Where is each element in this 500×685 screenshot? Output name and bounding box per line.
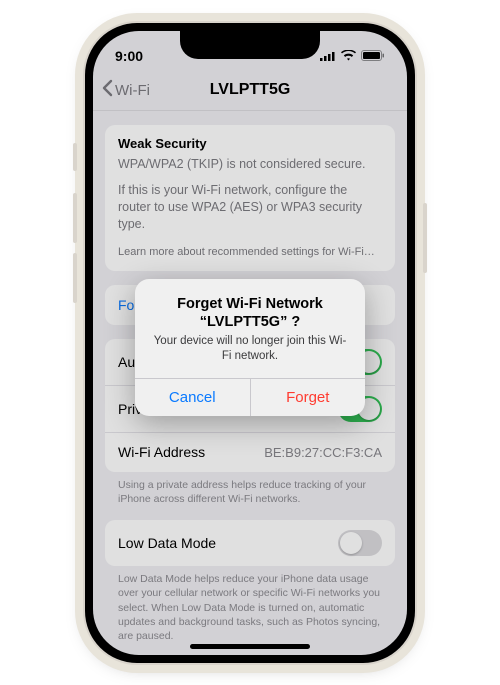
security-card: Weak Security WPA/WPA2 (TKIP) is not con…: [105, 125, 395, 271]
phone-frame: 9:00 Wi-Fi LVLPTT5G: [85, 23, 415, 663]
wifi-address-row: Wi-Fi Address BE:B9:27:CC:F3:CA: [105, 432, 395, 472]
security-heading: Weak Security: [118, 136, 382, 151]
wifi-icon: [341, 48, 356, 64]
screen: 9:00 Wi-Fi LVLPTT5G: [93, 31, 407, 655]
status-time: 9:00: [115, 48, 143, 64]
status-icons: [320, 48, 385, 64]
battery-icon: [361, 48, 385, 64]
alert-cancel-button[interactable]: Cancel: [135, 379, 251, 416]
forget-alert: Forget Wi-Fi Network “LVLPTT5G” ? Your d…: [135, 279, 365, 416]
low-data-toggle[interactable]: [338, 530, 382, 556]
chevron-left-icon: [101, 79, 113, 101]
alert-forget-button[interactable]: Forget: [251, 379, 366, 416]
security-line1: WPA/WPA2 (TKIP) is not considered secure…: [118, 156, 382, 173]
power-button: [423, 203, 427, 273]
home-indicator[interactable]: [190, 644, 310, 649]
low-data-card: Low Data Mode: [105, 520, 395, 566]
back-button[interactable]: Wi-Fi: [101, 79, 150, 101]
volume-down-button: [73, 253, 77, 303]
notch: [180, 31, 320, 59]
cellular-icon: [320, 48, 336, 64]
nav-bar: Wi-Fi LVLPTT5G: [93, 71, 407, 111]
security-line2: If this is your Wi-Fi network, configure…: [118, 182, 382, 233]
alert-message: Your device will no longer join this Wi-…: [149, 334, 351, 364]
security-learn-more[interactable]: Learn more about recommended settings fo…: [118, 245, 382, 260]
mute-switch: [73, 143, 77, 171]
volume-up-button: [73, 193, 77, 243]
nav-title: LVLPTT5G: [210, 81, 291, 99]
private-address-note: Using a private address helps reduce tra…: [105, 472, 395, 506]
low-data-row[interactable]: Low Data Mode: [105, 520, 395, 566]
back-label: Wi-Fi: [115, 82, 150, 99]
low-data-note: Low Data Mode helps reduce your iPhone d…: [105, 566, 395, 643]
wifi-address-value: BE:B9:27:CC:F3:CA: [264, 445, 382, 460]
low-data-label: Low Data Mode: [118, 535, 216, 551]
alert-title: Forget Wi-Fi Network “LVLPTT5G” ?: [149, 295, 351, 331]
wifi-address-label: Wi-Fi Address: [118, 444, 205, 460]
